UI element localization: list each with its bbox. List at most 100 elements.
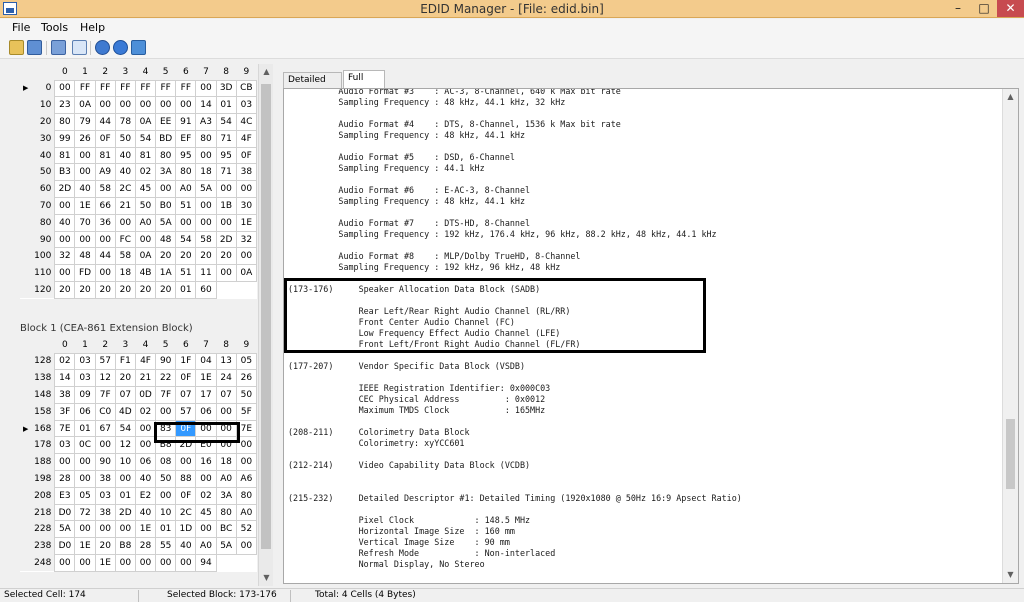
- hex-cell[interactable]: 00: [175, 554, 197, 572]
- hex-cell[interactable]: 51: [175, 197, 197, 215]
- hex-cell[interactable]: 32: [235, 230, 258, 249]
- hex-cell[interactable]: 00: [54, 453, 76, 472]
- menu-help[interactable]: Help: [80, 21, 105, 34]
- hex-cell[interactable]: 5A: [195, 180, 217, 199]
- scroll-up-icon[interactable]: ▲: [259, 66, 274, 78]
- hex-cell[interactable]: B3: [54, 163, 76, 182]
- hex-cell[interactable]: 11: [195, 264, 217, 283]
- hex-cell[interactable]: 00: [134, 230, 157, 249]
- hex-cell[interactable]: 1E: [74, 197, 96, 215]
- hex-cell[interactable]: 50: [155, 470, 177, 488]
- hex-cell[interactable]: 03: [74, 369, 96, 388]
- hex-cell[interactable]: 3A: [215, 486, 237, 505]
- hex-cell[interactable]: 45: [134, 180, 157, 199]
- hex-cell[interactable]: 58: [94, 180, 116, 199]
- hex-cell[interactable]: 44: [94, 113, 116, 131]
- hex-cell[interactable]: [236, 554, 257, 572]
- hex-cell[interactable]: 5A: [54, 520, 76, 539]
- hex-cell[interactable]: 00: [74, 230, 96, 249]
- home-icon[interactable]: [131, 40, 146, 55]
- hex-cell[interactable]: 38: [54, 386, 76, 404]
- hex-cell[interactable]: 2D: [54, 180, 76, 199]
- hex-cell[interactable]: FF: [94, 79, 116, 98]
- hex-cell[interactable]: 38: [94, 503, 116, 522]
- hex-cell[interactable]: 00: [134, 436, 157, 455]
- hex-cell[interactable]: E2: [134, 486, 157, 505]
- hex-cell[interactable]: 4F: [235, 129, 258, 148]
- hex-cell[interactable]: 50: [134, 197, 157, 215]
- hex-cell[interactable]: 1E: [195, 369, 217, 388]
- hex-cell[interactable]: 7E: [54, 419, 76, 438]
- hex-cell[interactable]: 0F: [235, 146, 258, 165]
- hex-cell[interactable]: 00: [195, 470, 217, 488]
- hex-cell[interactable]: 20: [114, 281, 136, 299]
- hex-cell[interactable]: 21: [134, 369, 157, 388]
- hex-cell[interactable]: 67: [94, 419, 116, 438]
- hex-cell[interactable]: 01: [74, 419, 96, 438]
- hex-cell[interactable]: 81: [54, 146, 76, 165]
- hex-cell[interactable]: BC: [215, 520, 237, 539]
- hex-cell[interactable]: 4C: [235, 113, 258, 131]
- hex-cell[interactable]: 00: [94, 264, 116, 283]
- hex-cell[interactable]: D0: [54, 537, 76, 556]
- hex-cell[interactable]: 02: [195, 486, 217, 505]
- hex-cell[interactable]: 00: [175, 96, 197, 115]
- scroll-down-icon[interactable]: ▼: [1003, 569, 1018, 581]
- hex-cell[interactable]: 00: [94, 436, 116, 455]
- hex-cell[interactable]: 0A: [235, 264, 258, 283]
- hex-cell[interactable]: 81: [94, 146, 116, 165]
- hex-cell[interactable]: 78: [114, 113, 136, 131]
- hex-cell[interactable]: A6: [235, 470, 258, 488]
- hex-cell[interactable]: 80: [155, 146, 177, 165]
- hex-cell[interactable]: 0D: [134, 386, 157, 404]
- hex-cell[interactable]: 26: [74, 129, 96, 148]
- hex-cell[interactable]: 00: [215, 264, 237, 283]
- hex-cell[interactable]: 00: [195, 213, 217, 232]
- hex-cell[interactable]: 00: [134, 554, 157, 572]
- content-scrollbar[interactable]: ▲ ▼: [1002, 89, 1018, 583]
- hex-cell[interactable]: C0: [94, 402, 116, 421]
- hex-cell[interactable]: 23: [54, 96, 76, 115]
- hex-cell[interactable]: 03: [94, 486, 116, 505]
- hex-cell[interactable]: 12: [114, 436, 136, 455]
- hex-cell[interactable]: 95: [175, 146, 197, 165]
- hex-cell[interactable]: 00: [195, 520, 217, 539]
- hex-cell[interactable]: 0C: [74, 436, 96, 455]
- hex-cell[interactable]: [236, 281, 257, 299]
- hex-cell[interactable]: FF: [175, 79, 197, 98]
- hex-cell[interactable]: 20: [74, 281, 96, 299]
- hex-cell[interactable]: 54: [215, 113, 237, 131]
- hex-cell[interactable]: 4B: [134, 264, 157, 283]
- hex-cell[interactable]: 54: [175, 230, 197, 249]
- hex-cell[interactable]: 1E: [235, 213, 258, 232]
- hex-cell[interactable]: FF: [114, 79, 136, 98]
- hex-cell[interactable]: 20: [215, 247, 237, 266]
- hex-cell[interactable]: 40: [134, 503, 157, 522]
- hex-cell[interactable]: 90: [155, 352, 177, 371]
- hex-cell[interactable]: [216, 281, 237, 299]
- hex-cell[interactable]: [216, 554, 237, 572]
- hex-cell[interactable]: 0A: [134, 113, 157, 131]
- hex-cell[interactable]: A0: [235, 503, 258, 522]
- hex-cell[interactable]: 0F: [175, 486, 197, 505]
- hex-cell[interactable]: 00: [114, 554, 136, 572]
- hex-cell[interactable]: 10: [114, 453, 136, 472]
- hex-cell[interactable]: 00: [155, 486, 177, 505]
- close-button[interactable]: ✕: [997, 0, 1024, 17]
- hex-cell[interactable]: 80: [175, 163, 197, 182]
- hex-cell[interactable]: 79: [74, 113, 96, 131]
- hex-cell[interactable]: 90: [94, 453, 116, 472]
- hex-cell[interactable]: 3D: [215, 79, 237, 98]
- hex-cell[interactable]: 02: [134, 163, 157, 182]
- hex-cell[interactable]: FC: [114, 230, 136, 249]
- hex-cell[interactable]: 00: [215, 402, 237, 421]
- left-scrollbar[interactable]: ▲ ▼: [258, 64, 273, 586]
- maximize-button[interactable]: □: [971, 0, 997, 17]
- hex-cell[interactable]: 2C: [114, 180, 136, 199]
- hex-cell[interactable]: 20: [155, 247, 177, 266]
- hex-cell[interactable]: 00: [94, 96, 116, 115]
- hex-cell[interactable]: 01: [114, 486, 136, 505]
- hex-cell[interactable]: 00: [195, 197, 217, 215]
- hex-cell[interactable]: 28: [54, 470, 76, 488]
- hex-cell[interactable]: 03: [74, 352, 96, 371]
